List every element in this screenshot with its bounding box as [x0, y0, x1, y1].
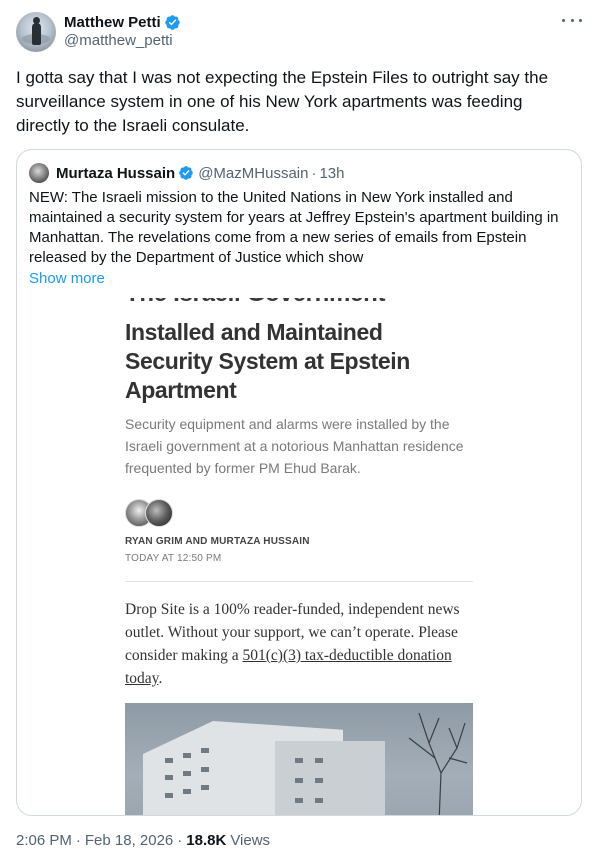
show-more-link[interactable]: Show more	[29, 270, 105, 287]
article-body: Drop Site is a 100% reader-funded, indep…	[125, 598, 475, 690]
tweet-time[interactable]: 2:06 PM	[16, 832, 72, 849]
divider	[125, 581, 473, 582]
tweet-date[interactable]: Feb 18, 2026	[85, 832, 173, 849]
author-name-row: Matthew Petti	[64, 12, 181, 32]
author-name[interactable]: Matthew Petti	[64, 14, 161, 31]
article-date: TODAY AT 12:50 PM	[125, 553, 222, 564]
tree-branches	[408, 712, 468, 815]
tweet-header: Matthew Petti @matthew_petti	[16, 12, 584, 56]
tweet-footer: 2:06 PM · Feb 18, 2026 · 18.8K Views	[16, 832, 270, 849]
separator-dot: ·	[75, 832, 81, 849]
separator-dot: ·	[177, 832, 183, 849]
article-subtitle: Security equipment and alarms were insta…	[125, 416, 464, 476]
quote-media-image[interactable]: The Israeli Government Installed and Mai…	[17, 298, 581, 815]
quote-text: NEW: The Israeli mission to the United N…	[29, 189, 559, 266]
quote-header: Murtaza Hussain @MazMHussain · 13h	[29, 163, 345, 183]
more-options-icon[interactable]	[562, 12, 582, 28]
article-title: Installed and Maintained Security System…	[125, 319, 410, 403]
article-author-avatars	[125, 499, 185, 527]
author-handle[interactable]: @matthew_petti	[64, 32, 173, 49]
author-photo	[145, 499, 173, 527]
article-cut-headline: The Israeli Government	[125, 298, 385, 308]
author-avatar[interactable]	[16, 12, 56, 52]
building-photo	[125, 703, 473, 815]
tweet-text: I gotta say that I was not expecting the…	[16, 68, 549, 135]
quote-author-handle[interactable]: @MazMHussain	[198, 165, 308, 182]
quote-timestamp[interactable]: 13h	[319, 165, 344, 182]
views-count[interactable]: 18.8K	[186, 832, 226, 849]
article-body-end: .	[158, 670, 163, 687]
article-authors: RYAN GRIM AND MURTAZA HUSSAIN	[125, 536, 310, 547]
quoted-tweet[interactable]: Murtaza Hussain @MazMHussain · 13h NEW: …	[16, 149, 582, 816]
views-label: Views	[230, 832, 271, 849]
quote-author-avatar[interactable]	[29, 163, 49, 183]
verified-badge-icon	[179, 166, 194, 180]
separator-dot: ·	[311, 164, 317, 182]
quote-author-name[interactable]: Murtaza Hussain	[56, 165, 175, 182]
verified-badge-icon	[164, 14, 180, 30]
